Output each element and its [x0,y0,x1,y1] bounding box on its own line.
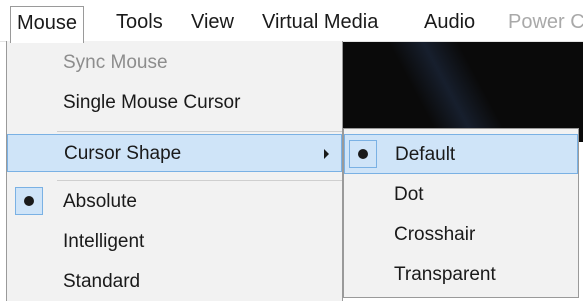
radio-selected-icon [349,140,377,168]
menu-item-label: Standard [63,271,141,292]
menu-item-intelligent[interactable]: Intelligent [7,223,342,261]
chevron-right-icon [324,149,329,159]
menu-item-label: Single Mouse Cursor [63,92,241,113]
remote-screen-background [340,42,583,142]
submenu-item-label: Dot [394,184,424,205]
menu-mouse[interactable]: Mouse [10,6,85,43]
submenu-item-dot[interactable]: Dot [344,175,578,215]
background-streak [377,42,533,142]
radio-selected-icon [15,187,43,215]
radio-dot [24,196,34,206]
cursor-shape-submenu: Default Dot Crosshair Transparent [343,128,579,298]
menu-item-standard[interactable]: Standard [7,263,342,301]
submenu-item-crosshair[interactable]: Crosshair [344,215,578,255]
submenu-item-label: Default [395,144,456,165]
menu-item-absolute[interactable]: Absolute [7,183,342,221]
menu-audio[interactable]: Audio [424,6,475,38]
mouse-menu: Sync Mouse Single Mouse Cursor Cursor Sh… [6,41,343,301]
menu-item-label: Sync Mouse [63,52,168,73]
submenu-item-default[interactable]: Default [344,134,578,174]
radio-dot [358,149,368,159]
menu-item-cursor-shape[interactable]: Cursor Shape [7,134,342,172]
menu-virtual-media[interactable]: Virtual Media [262,6,378,38]
submenu-item-label: Transparent [394,264,496,285]
menu-view[interactable]: View [191,6,234,38]
menu-item-single-mouse-cursor[interactable]: Single Mouse Cursor [7,84,342,122]
menu-power: Power C [508,11,583,33]
menu-item-sync-mouse: Sync Mouse [7,44,342,82]
menu-bar: Mouse Tools View Virtual Media Audio Pow… [0,0,583,43]
submenu-item-transparent[interactable]: Transparent [344,255,578,295]
menu-item-label: Cursor Shape [64,143,182,164]
menu-item-label: Absolute [63,191,137,212]
submenu-item-label: Crosshair [394,224,476,245]
menu-separator [57,180,342,181]
menu-separator [57,131,342,132]
menu-tools[interactable]: Tools [116,6,163,38]
menu-item-label: Intelligent [63,231,145,252]
